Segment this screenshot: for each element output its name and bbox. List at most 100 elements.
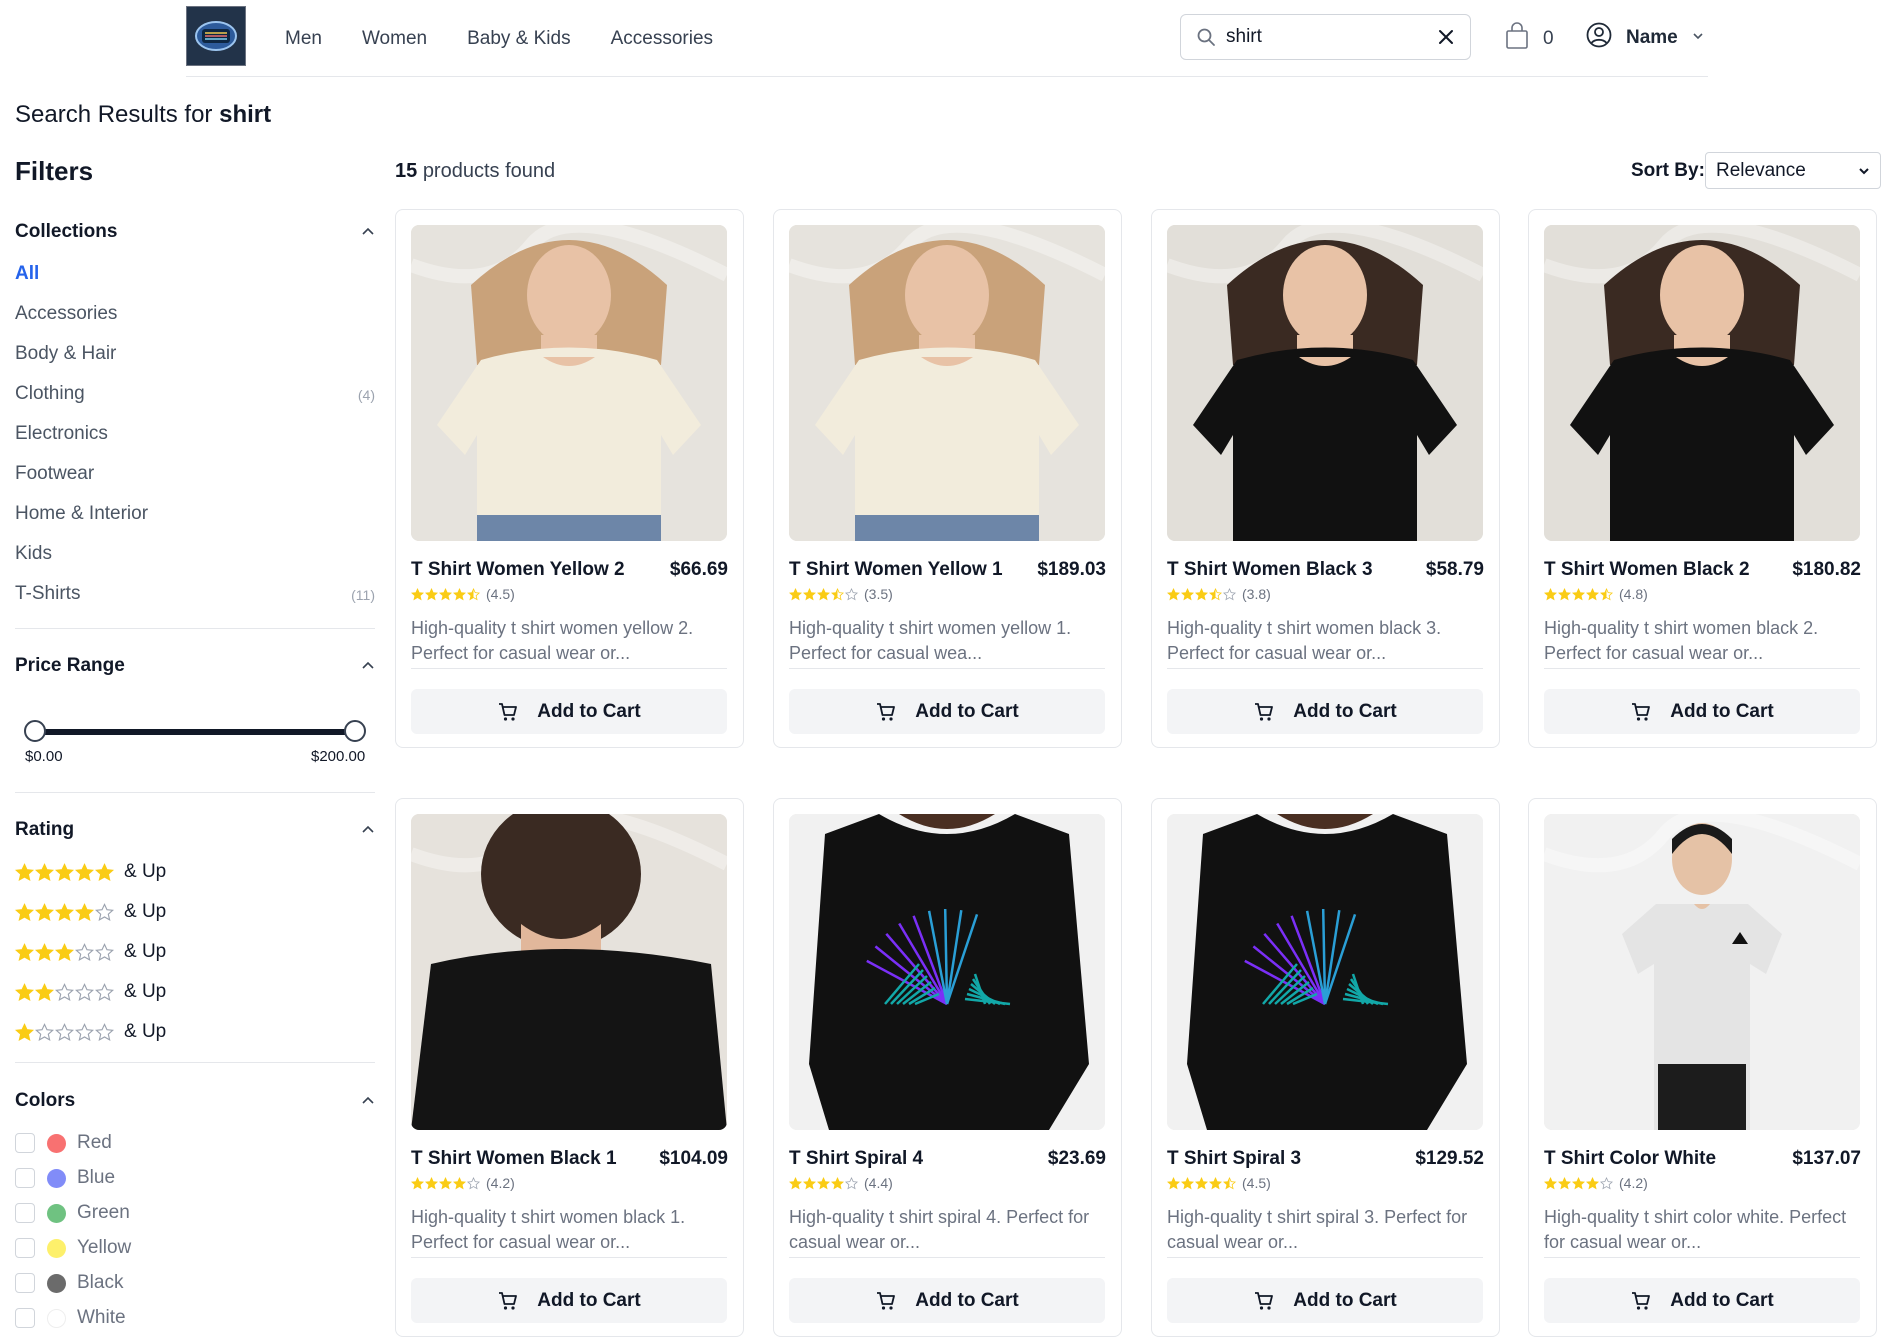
product-image[interactable] [1544, 225, 1860, 541]
colors-header[interactable]: Colors [15, 1087, 375, 1115]
collection-item[interactable]: Electronics [15, 423, 375, 445]
product-price: $189.03 [1037, 559, 1106, 580]
color-checkbox[interactable] [15, 1308, 35, 1328]
product-image[interactable] [1544, 814, 1860, 1130]
add-to-cart-button[interactable]: Add to Cart [1544, 689, 1860, 734]
collection-label: Kids [15, 543, 52, 564]
color-filter-option[interactable]: White [15, 1307, 126, 1329]
color-checkbox[interactable] [15, 1203, 35, 1223]
cart-button[interactable]: 0 [1505, 22, 1554, 55]
collections-header[interactable]: Collections [15, 218, 375, 246]
product-image[interactable] [411, 814, 727, 1130]
product-name[interactable]: T Shirt Color White [1544, 1148, 1716, 1170]
color-filter-option[interactable]: Green [15, 1202, 130, 1224]
collection-item[interactable]: Body & Hair [15, 343, 375, 365]
rating-filter-option[interactable]: & Up [15, 941, 166, 963]
sort-select[interactable]: Relevance [1705, 152, 1881, 189]
product-name[interactable]: T Shirt Spiral 4 [789, 1148, 923, 1170]
product-price: $137.07 [1792, 1148, 1861, 1169]
star-rating [789, 587, 858, 601]
collection-item[interactable]: T-Shirts (11) [15, 583, 375, 605]
star-half-icon [1223, 1176, 1236, 1189]
add-to-cart-button[interactable]: Add to Cart [1167, 689, 1483, 734]
collection-item[interactable]: Home & Interior [15, 503, 375, 525]
color-checkbox[interactable] [15, 1168, 35, 1188]
price-min-handle[interactable] [24, 720, 46, 742]
sort-value: Relevance [1716, 159, 1806, 181]
nav-accessories[interactable]: Accessories [611, 28, 713, 50]
star-empty-icon [1223, 587, 1236, 600]
product-card[interactable]: T Shirt Spiral 4 $23.69 (4.4) High-quality … [773, 798, 1122, 1337]
collection-item[interactable]: Accessories [15, 303, 375, 325]
add-to-cart-button[interactable]: Add to Cart [789, 1278, 1105, 1323]
product-name[interactable]: T Shirt Spiral 3 [1167, 1148, 1301, 1170]
user-menu[interactable]: Name [1586, 22, 1704, 53]
product-name[interactable]: T Shirt Women Yellow 1 [789, 559, 1003, 581]
site-logo[interactable] [186, 6, 246, 66]
star-icon [95, 862, 114, 881]
rating-filter-option[interactable]: & Up [15, 981, 166, 1003]
star-rating [1544, 587, 1613, 601]
add-to-cart-label: Add to Cart [1293, 1289, 1397, 1311]
product-card[interactable]: T Shirt Women Black 2 $180.82 (4.8) High-qu… [1528, 209, 1877, 748]
add-to-cart-button[interactable]: Add to Cart [1544, 1278, 1860, 1323]
star-icon [75, 902, 94, 921]
color-filter-option[interactable]: Black [15, 1272, 123, 1294]
collection-item[interactable]: Kids [15, 543, 375, 565]
color-filter-option[interactable]: Yellow [15, 1237, 131, 1259]
nav-baby-kids[interactable]: Baby & Kids [467, 28, 571, 50]
rating-suffix: & Up [124, 941, 167, 962]
product-card[interactable]: T Shirt Women Black 3 $58.79 (3.8) High-qua… [1151, 209, 1500, 748]
collection-item[interactable]: All [15, 263, 375, 285]
product-card[interactable]: T Shirt Women Yellow 2 $66.69 (4.5) High-qu… [395, 209, 744, 748]
rating-filter-option[interactable]: & Up [15, 1021, 166, 1043]
product-image[interactable] [789, 225, 1105, 541]
product-image[interactable] [411, 225, 727, 541]
add-to-cart-button[interactable]: Add to Cart [789, 689, 1105, 734]
collection-item[interactable]: Clothing (4) [15, 383, 375, 405]
nav-men[interactable]: Men [285, 28, 322, 50]
add-to-cart-button[interactable]: Add to Cart [411, 1278, 727, 1323]
star-icon [55, 942, 74, 961]
user-name: Name [1626, 26, 1678, 48]
product-name[interactable]: T Shirt Women Black 2 [1544, 559, 1750, 581]
color-filter-option[interactable]: Red [15, 1132, 112, 1154]
product-card[interactable]: T Shirt Women Black 1 $104.09 (4.2) High-qu… [395, 798, 744, 1337]
product-name[interactable]: T Shirt Women Black 3 [1167, 559, 1373, 581]
star-icon [817, 1176, 830, 1189]
color-checkbox[interactable] [15, 1273, 35, 1293]
add-to-cart-button[interactable]: Add to Cart [1167, 1278, 1483, 1323]
rating-header[interactable]: Rating [15, 816, 375, 844]
product-name[interactable]: T Shirt Women Yellow 2 [411, 559, 625, 581]
color-checkbox[interactable] [15, 1133, 35, 1153]
price-header[interactable]: Price Range [15, 652, 375, 680]
star-empty-icon [55, 982, 74, 1001]
product-card[interactable]: T Shirt Women Yellow 1 $189.03 (3.5) High-q… [773, 209, 1122, 748]
price-slider-track[interactable] [35, 729, 355, 735]
product-name[interactable]: T Shirt Women Black 1 [411, 1148, 617, 1170]
add-to-cart-label: Add to Cart [1670, 700, 1774, 722]
rating-filter-option[interactable]: & Up [15, 861, 166, 883]
product-card[interactable]: T Shirt Color White $137.07 (4.2) High-qual… [1528, 798, 1877, 1337]
collection-item[interactable]: Footwear [15, 463, 375, 485]
product-image[interactable] [1167, 814, 1483, 1130]
add-to-cart-button[interactable]: Add to Cart [411, 689, 727, 734]
product-image[interactable] [1167, 225, 1483, 541]
color-checkbox[interactable] [15, 1238, 35, 1258]
divider [1544, 668, 1860, 669]
rating-filter-option[interactable]: & Up [15, 901, 166, 923]
star-icon [1572, 587, 1585, 600]
search-input[interactable] [1226, 26, 1426, 48]
rating-value: (4.4) [864, 1175, 893, 1191]
product-image[interactable] [789, 814, 1105, 1130]
price-max-handle[interactable] [344, 720, 366, 742]
product-price: $180.82 [1792, 559, 1861, 580]
star-icon [55, 862, 74, 881]
nav-women[interactable]: Women [362, 28, 427, 50]
divider [15, 628, 375, 629]
color-filter-option[interactable]: Blue [15, 1167, 115, 1189]
product-card[interactable]: T Shirt Spiral 3 $129.52 (4.5) High-quality… [1151, 798, 1500, 1337]
user-avatar-icon [1586, 22, 1612, 53]
product-photo [789, 814, 1105, 1130]
clear-search-icon[interactable] [1436, 27, 1456, 47]
